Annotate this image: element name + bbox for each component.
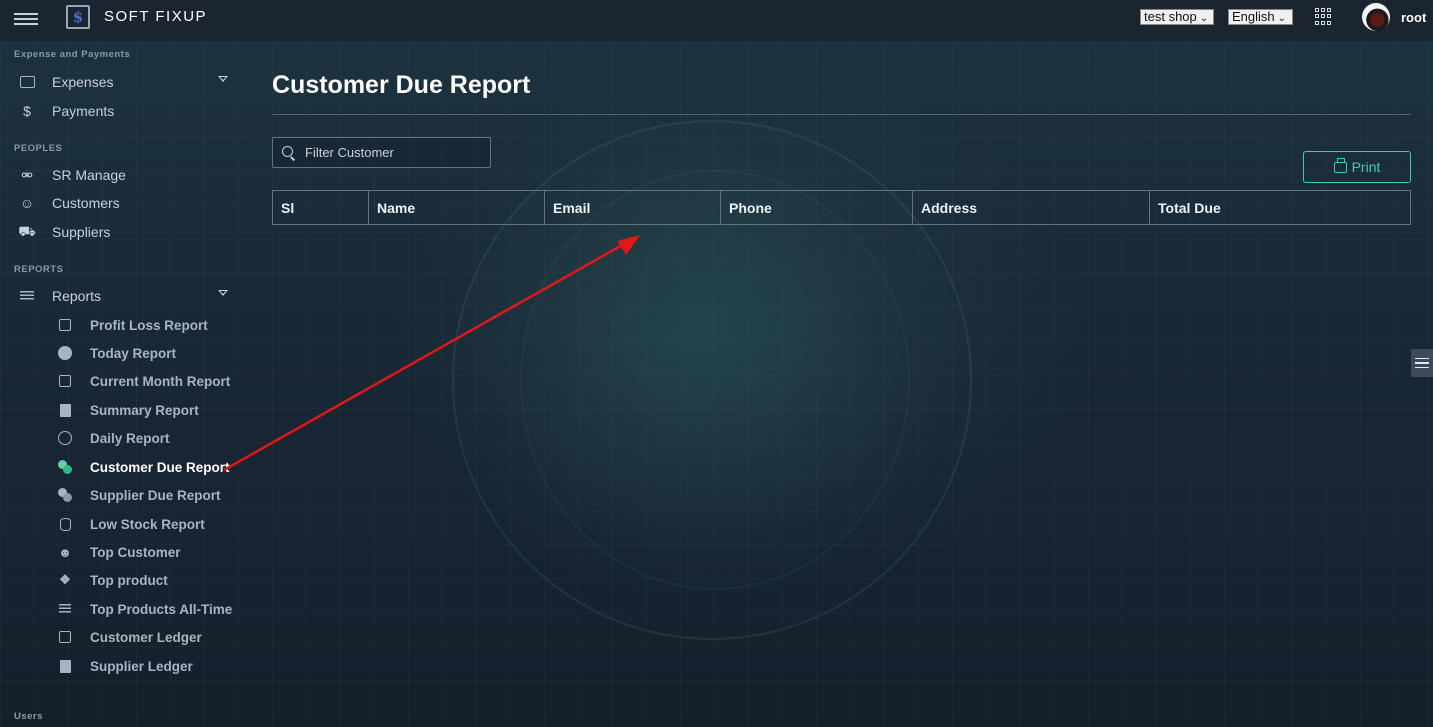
logo-icon: $ (66, 5, 90, 29)
sidebar-item-top-products-all-time[interactable]: Top Products All-Time (58, 599, 238, 619)
boxes-icon: ❖ (59, 572, 71, 587)
background-globe-inner (520, 170, 910, 590)
shop-select-value: test shop (1144, 9, 1197, 24)
print-label: Print (1351, 159, 1381, 175)
column-header-sl[interactable]: Sl (272, 190, 369, 225)
section-users: Users (14, 711, 43, 722)
sidebar-item-label: Summary Report (90, 402, 199, 418)
sidebar-item-current-month-report[interactable]: Current Month Report (58, 371, 238, 391)
sidebar-item-top-customer[interactable]: ☻ Top Customer (58, 542, 238, 562)
page-title: Customer Due Report (272, 71, 531, 99)
search-icon (282, 145, 296, 160)
sidebar-item-label: Top Products All-Time (90, 601, 233, 617)
column-header-name[interactable]: Name (368, 190, 545, 225)
filter-customer-field[interactable] (272, 137, 491, 168)
filter-customer-input[interactable] (305, 145, 485, 160)
sidebar-item-label: SR Manage (52, 167, 126, 183)
sidebar-item-customer-due-report[interactable]: Customer Due Report (58, 457, 238, 477)
database-icon (58, 517, 72, 531)
sidebar-item-label: Today Report (90, 345, 177, 361)
sidebar-item-label: Suppliers (52, 224, 111, 240)
sidebar-item-low-stock-report[interactable]: Low Stock Report (58, 514, 238, 534)
calendar-icon (58, 374, 72, 388)
caret-down-icon (218, 76, 228, 82)
column-header-email[interactable]: Email (544, 190, 721, 225)
top-bar: $ SOFT FIXUP test shop ⌄ English ⌄ root (0, 0, 1433, 41)
sidebar-item-top-product[interactable]: ❖ Top product (58, 570, 238, 590)
wallet-icon (18, 74, 36, 90)
ledger-icon (58, 659, 72, 673)
sidebar-item-label: Top Customer (90, 544, 181, 560)
table-header-row: Sl Name Email Phone Address Total Due (272, 190, 1411, 225)
reports-icon (18, 288, 36, 304)
divider (272, 114, 1411, 115)
sidebar-item-label: Daily Report (90, 430, 170, 446)
column-header-phone[interactable]: Phone (720, 190, 913, 225)
column-header-total-due[interactable]: Total Due (1149, 190, 1411, 225)
sidebar-item-label: Supplier Ledger (90, 658, 193, 674)
sidebar-item-label: Payments (52, 103, 115, 119)
money-clock-icon (58, 318, 72, 332)
apps-grid-icon[interactable] (1315, 8, 1332, 25)
sidebar-item-customers[interactable]: ☺ Customers (18, 192, 232, 214)
sidebar-item-supplier-ledger[interactable]: Supplier Ledger (58, 656, 238, 676)
sidebar: Expense and Payments Expenses $ Payments… (0, 41, 244, 727)
print-button[interactable]: Print (1303, 151, 1411, 183)
chevron-down-icon: ⌄ (1199, 13, 1209, 24)
username[interactable]: root (1401, 10, 1426, 25)
sidebar-item-label: Customer Ledger (90, 629, 202, 645)
column-header-address[interactable]: Address (912, 190, 1150, 225)
list-icon (58, 602, 72, 616)
shop-select[interactable]: test shop ⌄ (1140, 9, 1214, 25)
sidebar-item-label: Profit Loss Report (90, 317, 208, 333)
sidebar-item-suppliers[interactable]: ⛟ Suppliers (18, 221, 232, 243)
sidebar-item-summary-report[interactable]: Summary Report (58, 400, 238, 420)
caret-down-icon (218, 290, 228, 296)
sidebar-item-label: Expenses (52, 74, 114, 90)
sidebar-item-reports[interactable]: Reports (18, 285, 232, 307)
user-avatar[interactable] (1362, 3, 1390, 31)
sidebar-item-label: Customers (52, 195, 120, 211)
clock-outline-icon (58, 431, 72, 445)
dollar-icon: $ (23, 103, 31, 119)
sidebar-item-daily-report[interactable]: Daily Report (58, 428, 238, 448)
coins-icon (58, 488, 72, 502)
printer-icon (1333, 157, 1347, 173)
truck-icon: ⛟ (18, 222, 36, 239)
sidebar-item-today-report[interactable]: Today Report (58, 343, 238, 363)
sidebar-item-supplier-due-report[interactable]: Supplier Due Report (58, 485, 238, 505)
sidebar-item-sr-manage[interactable]: ⚮ SR Manage (18, 164, 232, 186)
sidebar-item-profit-loss-report[interactable]: Profit Loss Report (58, 315, 238, 335)
sidebar-item-label: Customer Due Report (90, 459, 230, 475)
contact-book-icon (58, 630, 72, 644)
section-expense-payments: Expense and Payments (14, 49, 131, 60)
brand-name: SOFT FIXUP (104, 8, 208, 25)
sidebar-item-label: Current Month Report (90, 373, 231, 389)
sidebar-item-label: Supplier Due Report (90, 487, 221, 503)
language-select[interactable]: English ⌄ (1228, 9, 1293, 25)
clock-icon (58, 346, 72, 360)
section-reports: REPORTS (14, 264, 64, 275)
hamburger-menu-icon[interactable] (14, 10, 38, 28)
chevron-down-icon: ⌄ (1277, 13, 1287, 24)
user-icon: ☻ (58, 544, 72, 560)
sidebar-item-label: Top product (90, 572, 168, 588)
users-icon: ⚮ (21, 166, 33, 183)
sidebar-item-customer-ledger[interactable]: Customer Ledger (58, 627, 238, 647)
section-peoples: PEOPLES (14, 143, 63, 154)
customer-due-table: Sl Name Email Phone Address Total Due (272, 190, 1411, 225)
settings-sliders-icon[interactable] (1411, 349, 1433, 377)
sidebar-item-expenses[interactable]: Expenses (18, 71, 232, 93)
sidebar-item-label: Reports (52, 288, 102, 304)
language-select-value: English (1232, 9, 1275, 24)
sidebar-item-label: Low Stock Report (90, 516, 205, 532)
coins-icon (58, 460, 72, 474)
sidebar-item-payments[interactable]: $ Payments (18, 100, 232, 122)
user-settings-icon: ☺ (19, 195, 35, 211)
document-icon (58, 403, 72, 417)
